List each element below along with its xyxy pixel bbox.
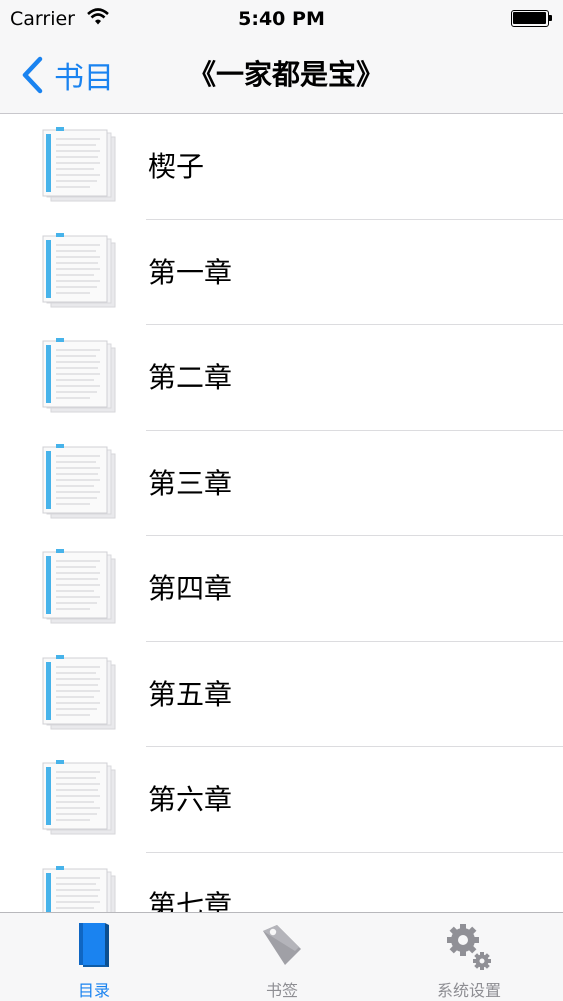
document-icon (42, 127, 116, 202)
document-icon (42, 654, 116, 729)
status-bar: Carrier 5:40 PM (0, 0, 563, 38)
navigation-bar: 书目 《一家都是宝》 (0, 38, 563, 114)
document-icon (42, 865, 116, 912)
tab-bookmarks[interactable]: 书签 (188, 913, 376, 1001)
chapter-row[interactable]: 第四章 (0, 536, 563, 642)
tab-contents[interactable]: 目录 (0, 913, 188, 1001)
document-icon (42, 232, 116, 307)
gears-icon (447, 924, 491, 970)
chapter-title: 楔子 (148, 150, 205, 183)
chapter-title: 第三章 (148, 466, 233, 500)
tab-settings[interactable]: 系统设置 (375, 913, 563, 1001)
document-icon (42, 338, 116, 413)
chapter-title: 第六章 (148, 783, 233, 816)
chapter-title: 第五章 (148, 677, 233, 711)
chapter-list: 楔子 第一章 第二章 第三章 第四章 第五章 第六章 第七章 (0, 114, 563, 912)
tab-bar: 目录 书签 系统设置 (0, 912, 563, 1001)
tab-bookmarks-label: 书签 (265, 981, 298, 1000)
tag-icon (263, 925, 301, 965)
chapter-row[interactable]: 第五章 (0, 642, 563, 747)
status-time: 5:40 PM (238, 8, 325, 30)
chapter-title: 第七章 (148, 888, 233, 913)
chapter-row[interactable]: 第三章 (0, 431, 563, 536)
page-title: 《一家都是宝》 (188, 58, 385, 91)
tab-contents-label: 目录 (77, 981, 110, 1000)
document-icon (42, 443, 116, 518)
document-icon (42, 760, 116, 835)
chapter-row[interactable]: 第二章 (0, 325, 563, 431)
chapter-row[interactable]: 第七章 (0, 853, 563, 913)
chapter-row[interactable]: 第六章 (0, 747, 563, 853)
chapter-title: 第一章 (148, 255, 233, 289)
tab-settings-label: 系统设置 (436, 981, 501, 1000)
chapter-row[interactable]: 楔子 (0, 114, 563, 220)
book-icon (79, 923, 109, 967)
battery-icon (511, 10, 553, 27)
chapter-title: 第四章 (148, 572, 233, 605)
chevron-left-icon (22, 56, 43, 94)
chapter-row[interactable]: 第一章 (0, 220, 563, 325)
document-icon (42, 549, 116, 624)
back-button[interactable]: 书目 (20, 54, 114, 96)
chapter-title: 第二章 (148, 361, 233, 394)
back-button-label: 书目 (54, 61, 114, 96)
